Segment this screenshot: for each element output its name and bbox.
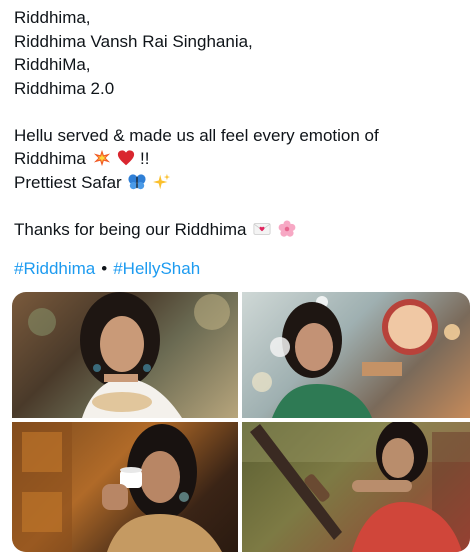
tweet-line: Prettiest Safar (14, 171, 464, 195)
tweet-line: Riddhima, (14, 8, 91, 27)
tweet-line: Thanks for being our Riddhima (14, 218, 464, 242)
photo-1-image (28, 292, 230, 418)
media-grid (12, 292, 470, 552)
love-letter-emoji-icon (253, 222, 271, 235)
tweet-line: Riddhima Vansh Rai Singhania, (14, 31, 253, 51)
hashtag-separator: • (101, 259, 108, 278)
butterfly-emoji-icon (128, 173, 147, 189)
photo-3[interactable] (12, 422, 238, 552)
tweet-line: RiddhiMa, (14, 55, 91, 74)
tweet-line-text: Thanks for being our Riddhima (14, 219, 247, 239)
hashtag-row: #Riddhima • #HellyShah (14, 259, 200, 279)
hashtag-riddhima-link[interactable]: #Riddhima (14, 259, 95, 278)
tweet-line-text: !! (140, 149, 150, 168)
photo-1[interactable] (12, 292, 238, 418)
cherry-blossom-emoji-icon (278, 219, 296, 237)
tweet-line: Hellu served & made us all feel every em… (14, 125, 379, 145)
tweet-line-text: Prettiest Safar (14, 172, 122, 192)
photo-2[interactable] (242, 292, 470, 418)
sparkles-emoji-icon (153, 173, 171, 189)
photo-3-image (12, 422, 222, 552)
photo-4-image (242, 422, 470, 552)
collision-emoji-icon (93, 149, 110, 167)
tweet-line-text: Riddhima (14, 149, 86, 168)
tweet-line: Riddhima !! (14, 147, 464, 171)
tweet-text: Riddhima, Riddhima Vansh Rai Singhania, … (14, 6, 464, 241)
red-heart-emoji-icon (118, 150, 135, 166)
tweet-line: Riddhima 2.0 (14, 78, 115, 98)
photo-2-image (252, 296, 460, 418)
photo-4[interactable] (242, 422, 470, 552)
hashtag-hellyshah-link[interactable]: #HellyShah (113, 259, 200, 278)
